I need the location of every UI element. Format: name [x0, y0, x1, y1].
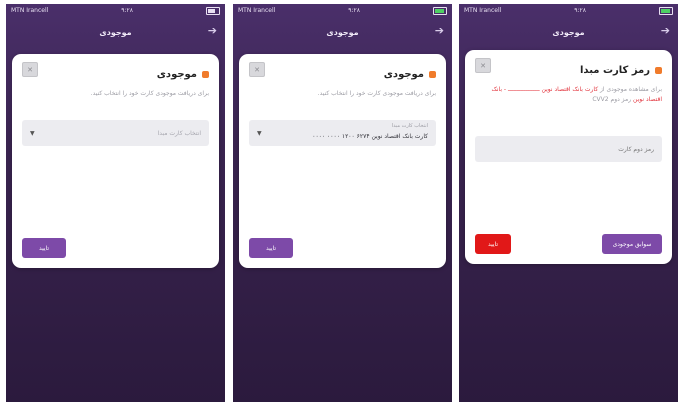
card-description: برای دریافت موجودی کارت خود را انتخاب کن…: [317, 90, 436, 97]
balance-history-button[interactable]: سوابق موجودی: [602, 234, 662, 254]
top-bar: موجودی ➔: [6, 18, 225, 46]
card-header: موجودی: [249, 64, 436, 84]
balance-card: موجودی ✕ برای دریافت موجودی کارت خود را …: [12, 54, 219, 268]
battery-icon: [658, 7, 673, 15]
cvv2-input[interactable]: [475, 136, 662, 162]
close-button[interactable]: ✕: [22, 62, 38, 77]
back-arrow-icon[interactable]: ➔: [435, 24, 444, 37]
time-label: ۹:۲۸: [574, 7, 586, 14]
top-bar: موجودی ➔: [233, 18, 452, 46]
battery-icon: [432, 7, 447, 15]
status-bar: MTN Irancell ۹:۲۸: [6, 4, 225, 18]
balance-card: موجودی ✕ برای دریافت موجودی کارت خود را …: [239, 54, 446, 268]
screen-balance-selected: MTN Irancell ۹:۲۸ موجودی ➔ موجودی ✕ برای…: [233, 4, 452, 402]
card-header: رمز کارت مبدا: [475, 60, 662, 80]
card-header: موجودی: [22, 64, 209, 84]
carrier-label: MTN Irancell: [464, 7, 502, 14]
back-arrow-icon[interactable]: ➔: [661, 24, 670, 37]
status-icons: [658, 4, 673, 18]
source-card-select[interactable]: انتخاب کارت مبدا کارت بانک اقتصاد نوین ۶…: [249, 120, 436, 146]
top-bar: موجودی ➔: [459, 18, 678, 46]
time-label: ۹:۲۸: [121, 7, 133, 14]
carrier-label: MTN Irancell: [238, 7, 276, 14]
close-icon: ✕: [480, 61, 486, 70]
card-title: موجودی: [156, 68, 197, 80]
confirm-button[interactable]: تایید: [22, 238, 66, 258]
page-title: موجودی: [552, 27, 585, 37]
status-icons: [432, 4, 447, 18]
status-bar: MTN Irancell ۹:۲۸: [459, 4, 678, 18]
select-value: کارت بانک اقتصاد نوین ۶۲۷۴ ۱۲۰۰ ۰۰۰۰ ۰۰۰…: [312, 132, 428, 140]
close-button[interactable]: ✕: [249, 62, 265, 77]
confirm-button[interactable]: تایید: [249, 238, 293, 258]
back-arrow-icon[interactable]: ➔: [208, 24, 217, 37]
description-prefix: برای مشاهده موجودی از: [600, 86, 662, 93]
caret-down-icon: ▼: [30, 129, 35, 137]
page-title: موجودی: [99, 27, 132, 37]
page-title: موجودی: [326, 27, 359, 37]
close-icon: ✕: [27, 65, 33, 74]
square-bullet-icon: [655, 66, 662, 74]
pin-card: رمز کارت مبدا ✕ برای مشاهده موجودی از کا…: [465, 50, 672, 264]
screen-card-pin: MTN Irancell ۹:۲۸ موجودی ➔ رمز کارت مبدا…: [459, 4, 678, 402]
caret-down-icon: ▼: [257, 129, 262, 137]
square-bullet-icon: [202, 70, 209, 78]
card-title: موجودی: [383, 68, 424, 80]
time-label: ۹:۲۸: [348, 7, 360, 14]
status-bar: MTN Irancell ۹:۲۸: [233, 4, 452, 18]
screen-balance-empty: MTN Irancell ۹:۲۸ موجودی ➔ موجودی ✕ برای…: [6, 4, 225, 402]
carrier-label: MTN Irancell: [11, 7, 49, 14]
close-icon: ✕: [254, 65, 260, 74]
card-title: رمز کارت مبدا: [580, 64, 650, 76]
close-button[interactable]: ✕: [475, 58, 491, 73]
confirm-button[interactable]: تایید: [475, 234, 511, 254]
select-placeholder: انتخاب کارت مبدا: [157, 129, 201, 137]
source-card-select[interactable]: انتخاب کارت مبدا ▼: [22, 120, 209, 146]
select-label: انتخاب کارت مبدا: [391, 123, 428, 129]
square-bullet-icon: [429, 70, 436, 78]
card-description: برای دریافت موجودی کارت خود را انتخاب کن…: [90, 90, 209, 97]
status-icons: [205, 4, 220, 18]
card-description: برای مشاهده موجودی از کارت بانک اقتصاد ن…: [475, 85, 662, 105]
description-suffix: رمز دوم CVV2: [592, 96, 632, 103]
battery-icon: [205, 7, 220, 15]
